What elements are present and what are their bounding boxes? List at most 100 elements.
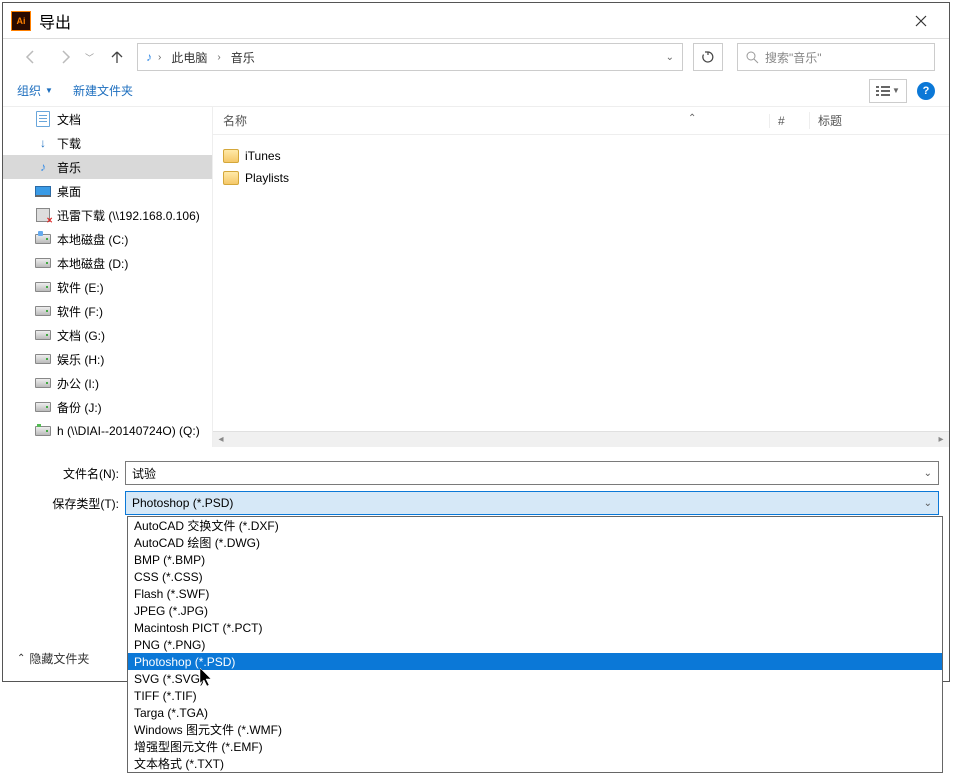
sidebar-item-label: h (\\DIAI--20140724O) (Q:) — [57, 424, 200, 438]
filename-label: 文件名(N): — [13, 465, 125, 482]
file-name: Playlists — [245, 171, 289, 185]
sidebar-item[interactable]: 本地磁盘 (D:) — [3, 251, 212, 275]
sidebar-item[interactable]: ↓下载 — [3, 131, 212, 155]
view-icon — [876, 85, 890, 97]
sidebar-item[interactable]: 办公 (I:) — [3, 371, 212, 395]
sidebar[interactable]: 文档 ↓下载♪音乐桌面迅雷下载 (\\192.168.0.106) 本地磁盘 (C:… — [3, 107, 213, 447]
breadcrumb-current[interactable]: 音乐 — [227, 47, 259, 68]
forward-button[interactable] — [51, 43, 79, 71]
column-number[interactable]: # — [769, 114, 809, 128]
sidebar-item[interactable]: 迅雷下载 (\\192.168.0.106) — [3, 203, 212, 227]
search-placeholder: 搜索"音乐" — [765, 49, 822, 66]
filetype-option[interactable]: CSS (*.CSS) — [128, 568, 942, 585]
sidebar-item[interactable]: ♪音乐 — [3, 155, 212, 179]
filetype-option[interactable]: 增强型图元文件 (*.EMF) — [128, 738, 942, 755]
arrow-up-icon — [109, 49, 125, 65]
folder-icon — [223, 171, 239, 185]
filename-input[interactable]: 试验 ⌄ — [125, 461, 939, 485]
search-icon — [746, 51, 759, 64]
sidebar-item-label: 娱乐 (H:) — [57, 351, 104, 368]
hide-folders-toggle[interactable]: ⌃ 隐藏文件夹 — [17, 650, 89, 667]
file-list[interactable]: iTunes Playlists — [213, 135, 949, 189]
chevron-down-icon[interactable]: ⌄ — [924, 468, 932, 479]
new-folder-button[interactable]: 新建文件夹 — [73, 82, 133, 99]
chevron-right-icon: › — [217, 52, 220, 63]
sidebar-item[interactable]: 备份 (J:) — [3, 395, 212, 419]
close-icon — [915, 15, 927, 27]
sidebar-item-label: 音乐 — [57, 159, 81, 176]
app-icon: Ai — [11, 11, 31, 31]
view-mode-button[interactable]: ▼ — [869, 79, 907, 103]
sidebar-item-label: 本地磁盘 (C:) — [57, 231, 128, 248]
sidebar-item-label: 文档 (G:) — [57, 327, 105, 344]
refresh-button[interactable] — [693, 43, 723, 71]
filetype-option[interactable]: AutoCAD 交换文件 (*.DXF) — [128, 517, 942, 534]
sidebar-item[interactable]: 娱乐 (H:) — [3, 347, 212, 371]
folder-icon — [223, 149, 239, 163]
titlebar: Ai 导出 — [3, 3, 949, 39]
chevron-down-icon[interactable]: ⌄ — [924, 498, 932, 509]
column-title[interactable]: 标题 — [809, 112, 949, 129]
content-pane: 名称 # 标题 ⌃ iTunes Playlists ◂▸ — [213, 107, 949, 447]
sidebar-item[interactable]: 文档 (G:) — [3, 323, 212, 347]
file-name: iTunes — [245, 149, 281, 163]
sidebar-item-label: 本地磁盘 (D:) — [57, 255, 128, 272]
chevron-down-icon: ▼ — [892, 86, 900, 95]
navbar: ﹀ ♪ › 此电脑 › 音乐 ⌄ 搜索"音乐" — [3, 39, 949, 75]
sort-indicator-icon: ⌃ — [688, 113, 696, 124]
filetype-option[interactable]: TIFF (*.TIF) — [128, 687, 942, 704]
close-button[interactable] — [901, 6, 941, 36]
filetype-dropdown[interactable]: AutoCAD 交换文件 (*.DXF)AutoCAD 绘图 (*.DWG)BM… — [127, 516, 943, 773]
organize-button[interactable]: 组织▼ — [17, 82, 53, 99]
filetype-option[interactable]: Targa (*.TGA) — [128, 704, 942, 721]
list-item[interactable]: iTunes — [223, 145, 949, 167]
sidebar-item-label: 迅雷下载 (\\192.168.0.106) — [57, 207, 200, 224]
chevron-down-icon[interactable]: ⌄ — [666, 52, 674, 63]
help-button[interactable]: ? — [917, 82, 935, 100]
column-headers[interactable]: 名称 # 标题 — [213, 107, 949, 135]
sidebar-item-label: 下载 — [57, 135, 81, 152]
sidebar-item[interactable]: 软件 (E:) — [3, 275, 212, 299]
filetype-select[interactable]: Photoshop (*.PSD) ⌄ — [125, 491, 939, 515]
chevron-down-icon: ▼ — [45, 86, 53, 95]
list-item[interactable]: Playlists — [223, 167, 949, 189]
sidebar-item[interactable]: 文档 — [3, 107, 212, 131]
filetype-option[interactable]: Windows 图元文件 (*.WMF) — [128, 721, 942, 738]
sidebar-item-label: 软件 (F:) — [57, 303, 103, 320]
music-icon: ♪ — [146, 50, 152, 64]
sidebar-item-label: 软件 (E:) — [57, 279, 104, 296]
filetype-option[interactable]: Flash (*.SWF) — [128, 585, 942, 602]
dialog-title: 导出 — [39, 9, 901, 33]
filetype-option[interactable]: Macintosh PICT (*.PCT) — [128, 619, 942, 636]
chevron-right-icon: › — [158, 52, 161, 63]
filetype-option[interactable]: BMP (*.BMP) — [128, 551, 942, 568]
path-box[interactable]: ♪ › 此电脑 › 音乐 ⌄ — [137, 43, 683, 71]
sidebar-item-label: 办公 (I:) — [57, 375, 99, 392]
up-button[interactable] — [103, 43, 131, 71]
sidebar-item-label: 备份 (J:) — [57, 399, 102, 416]
filetype-option[interactable]: PNG (*.PNG) — [128, 636, 942, 653]
arrow-left-icon — [23, 49, 39, 65]
sidebar-item-label: 文档 — [57, 111, 81, 128]
filetype-option[interactable]: JPEG (*.JPG) — [128, 602, 942, 619]
sidebar-item[interactable]: h (\\DIAI--20140724O) (Q:) — [3, 419, 212, 443]
body: 文档 ↓下载♪音乐桌面迅雷下载 (\\192.168.0.106) 本地磁盘 (C:… — [3, 107, 949, 447]
search-input[interactable]: 搜索"音乐" — [737, 43, 935, 71]
filetype-option[interactable]: AutoCAD 绘图 (*.DWG) — [128, 534, 942, 551]
sidebar-item-label: 桌面 — [57, 183, 81, 200]
filetype-option[interactable]: 文本格式 (*.TXT) — [128, 755, 942, 772]
history-dropdown[interactable]: ﹀ — [85, 51, 97, 64]
arrow-right-icon — [57, 49, 73, 65]
back-button[interactable] — [17, 43, 45, 71]
filetype-option[interactable]: Photoshop (*.PSD) — [128, 653, 942, 670]
filetype-option[interactable]: SVG (*.SVG) — [128, 670, 942, 687]
sidebar-item[interactable]: 桌面 — [3, 179, 212, 203]
horizontal-scrollbar[interactable]: ◂▸ — [213, 431, 949, 447]
breadcrumb-root[interactable]: 此电脑 — [167, 47, 211, 68]
refresh-icon — [701, 50, 715, 64]
filetype-label: 保存类型(T): — [13, 495, 125, 512]
toolbar: 组织▼ 新建文件夹 ▼ ? — [3, 75, 949, 107]
sidebar-item[interactable]: 软件 (F:) — [3, 299, 212, 323]
sidebar-item[interactable]: 本地磁盘 (C:) — [3, 227, 212, 251]
chevron-up-icon: ⌃ — [17, 653, 25, 664]
